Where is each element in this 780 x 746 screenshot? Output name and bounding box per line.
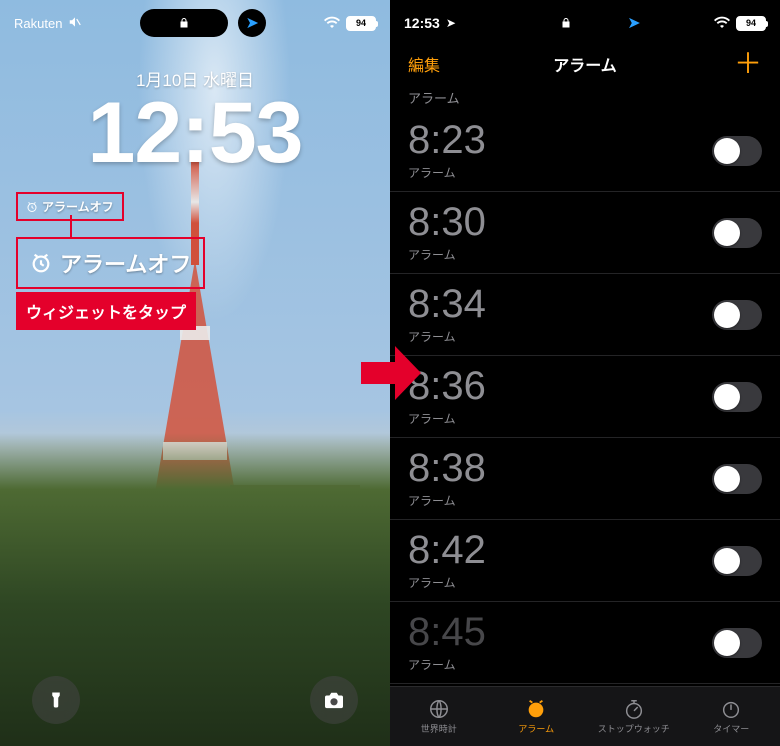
alarm-toggle[interactable] [712, 300, 762, 330]
alarm-row[interactable]: 8:36アラーム [390, 356, 780, 438]
tab-bar: 世界時計 アラーム ストップウォッチ タイマー [390, 686, 780, 746]
alarm-toggle[interactable] [712, 218, 762, 248]
alarm-label: アラーム [408, 574, 486, 591]
alarm-label: アラーム [408, 492, 486, 509]
alarm-widget-big[interactable]: アラームオフ [16, 237, 205, 289]
alarm-toggle[interactable] [712, 628, 762, 658]
status-time: 12:53 [404, 15, 440, 31]
timer-icon [720, 698, 742, 720]
alarm-clock-icon [30, 252, 52, 274]
location-arrow-icon: ➤ [446, 16, 456, 30]
alarm-time: 8:45 [408, 612, 486, 652]
alarm-widget-small-label: アラームオフ [42, 198, 114, 215]
lock-time: 12:53 [0, 84, 390, 183]
lock-icon [560, 17, 572, 29]
alarm-row[interactable]: 8:30 アラーム [390, 192, 780, 274]
alarm-widget-big-label: アラームオフ [60, 247, 191, 279]
camera-button[interactable] [310, 676, 358, 724]
flashlight-button[interactable] [32, 676, 80, 724]
lock-icon [178, 17, 190, 29]
battery-indicator: 94 [736, 16, 766, 31]
alarm-label: アラーム [408, 246, 486, 263]
alarm-time: 8:38 [408, 448, 486, 488]
nav-title: アラーム [553, 52, 617, 76]
alarm-row[interactable]: 8:23 アラーム [390, 110, 780, 192]
alarm-toggle[interactable] [712, 382, 762, 412]
location-indicator: ➤ [620, 9, 648, 37]
alarm-toggle[interactable] [712, 464, 762, 494]
flashlight-icon [47, 689, 65, 711]
alarm-time: 8:23 [408, 120, 486, 160]
tab-label: タイマー [713, 722, 749, 735]
carrier-label: Rakuten [14, 16, 62, 31]
transition-arrow-icon [355, 338, 425, 408]
alarm-time: 8:42 [408, 530, 486, 570]
alarm-time: 8:30 [408, 202, 486, 242]
nav-bar: 編集 アラーム ＋ [390, 44, 780, 84]
dynamic-island [140, 9, 228, 37]
alarm-time: 8:34 [408, 284, 486, 324]
tab-world-clock[interactable]: 世界時計 [390, 687, 488, 746]
alarm-label: アラーム [408, 164, 486, 181]
alarm-row[interactable]: 8:42 アラーム [390, 520, 780, 602]
alarm-label: アラーム [408, 410, 486, 427]
alarm-row[interactable]: 8:38 アラーム [390, 438, 780, 520]
add-alarm-button[interactable]: ＋ [734, 54, 762, 74]
status-bar: 12:53 ➤ ➤ 94 [390, 8, 780, 38]
alarm-row[interactable]: 8:45 アラーム [390, 602, 780, 684]
stopwatch-icon [623, 698, 645, 720]
tab-stopwatch[interactable]: ストップウォッチ [585, 687, 683, 746]
edit-button[interactable]: 編集 [408, 52, 440, 76]
battery-indicator: 94 [346, 16, 376, 31]
instruction-callout: ウィジェットをタップ [16, 292, 196, 330]
alarm-row[interactable]: 8:34アラーム [390, 274, 780, 356]
alarm-label: アラーム [408, 656, 486, 673]
lockscreen: Rakuten ➤ 94 1月10日 水曜日 12:53 [0, 0, 390, 746]
mute-icon [68, 15, 82, 32]
tab-label: 世界時計 [421, 722, 457, 735]
battery-pct: 94 [746, 18, 756, 28]
globe-icon [428, 698, 450, 720]
location-arrow-icon: ➤ [627, 13, 640, 33]
tab-timer[interactable]: タイマー [683, 687, 780, 746]
dynamic-island [522, 9, 610, 37]
battery-pct: 94 [356, 18, 366, 28]
camera-icon [323, 691, 345, 709]
alarm-clock-icon [525, 698, 547, 720]
location-arrow-icon: ➤ [246, 13, 259, 33]
alarm-toggle[interactable] [712, 136, 762, 166]
location-indicator: ➤ [238, 9, 266, 37]
annotation-connector [70, 215, 72, 239]
alarm-toggle[interactable] [712, 546, 762, 576]
wifi-icon [324, 15, 340, 31]
status-bar: Rakuten ➤ 94 [0, 8, 390, 38]
alarm-list[interactable]: 8:23アラーム8:30アラーム8:34アラーム8:36アラーム8:38アラーム… [390, 110, 780, 686]
clock-app-alarm-screen: 12:53 ➤ ➤ 94 編集 アラーム ＋ アラ [390, 0, 780, 746]
wifi-icon [714, 15, 730, 31]
tab-label: アラーム [518, 722, 554, 735]
tab-label: ストップウォッチ [598, 722, 670, 735]
section-header: アラーム [408, 88, 460, 107]
alarm-clock-icon [26, 201, 38, 213]
tab-alarm[interactable]: アラーム [488, 687, 586, 746]
